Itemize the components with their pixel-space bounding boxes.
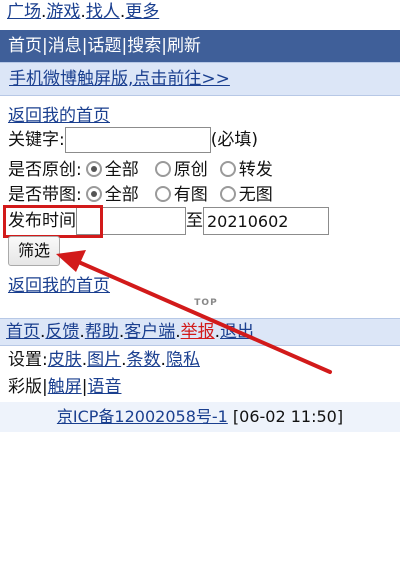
image-filter-row: 是否带图: 全部 有图 无图 [8,183,273,207]
original-label: 是否原创: [8,160,82,180]
footer-links-bar: 首页.反馈.帮助.客户端.举报.退出 [0,318,400,346]
link-games[interactable]: 游戏 [46,2,80,22]
radio-image-all[interactable] [85,186,102,202]
voice-version-link[interactable]: 语音 [87,377,121,397]
settings-label: 设置: [8,350,48,370]
back-home-row-2: 返回我的首页 [8,271,110,296]
nav-topics[interactable]: 话题 [87,36,121,56]
filter-button[interactable]: 筛选 [8,236,60,266]
nav-search[interactable]: 搜索 [127,36,161,56]
image-label: 是否带图: [8,185,82,205]
footer-logout[interactable]: 退出 [220,322,254,342]
touch-version-link[interactable]: 手机微博触屏版,点击前往>> [9,69,230,89]
radio-with-image[interactable] [154,186,171,202]
keyword-required-note: (必填) [210,130,258,150]
link-find-people[interactable]: 找人 [86,2,120,22]
keyword-label: 关键字: [8,130,65,150]
annotation-arrow-head [56,250,86,272]
touch-version-banner: 手机微博触屏版,点击前往>> [0,62,400,96]
nav-refresh[interactable]: 刷新 [167,36,201,56]
settings-skin[interactable]: 皮肤 [48,350,82,370]
icp-bar: 京ICP备12002058号-1 [06-02 11:50] [0,402,400,432]
icp-link[interactable]: 京ICP备12002058号-1 [57,407,228,426]
radio-repost[interactable] [219,161,236,177]
radio-repost-label: 转发 [238,160,273,180]
timestamp: [06-02 11:50] [232,407,344,426]
keyword-input[interactable] [64,127,211,153]
radio-image-all-label: 全部 [104,185,139,205]
top-logo[interactable]: TOP [186,298,226,314]
annotation-highlight-box [3,205,103,238]
back-home-row: 返回我的首页 [8,101,110,126]
main-nav-bar: 首页|消息|话题|搜索|刷新 [0,30,400,62]
radio-original-only[interactable] [154,161,171,177]
settings-count[interactable]: 条数 [127,350,161,370]
time-to-input[interactable] [203,207,329,235]
radio-original-only-label: 原创 [173,160,208,180]
settings-row: 设置:皮肤.图片.条数.隐私 [8,350,200,370]
footer-client[interactable]: 客户端 [124,322,175,342]
time-to-label: 至 [186,211,203,231]
radio-no-image[interactable] [219,186,236,202]
link-more[interactable]: 更多 [125,2,159,22]
radio-original-all[interactable] [85,161,102,177]
radio-no-image-label: 无图 [238,185,273,205]
footer-feedback[interactable]: 反馈 [45,322,79,342]
nav-home[interactable]: 首页 [8,36,42,56]
settings-privacy[interactable]: 隐私 [166,350,200,370]
back-home-link-2[interactable]: 返回我的首页 [8,276,110,296]
color-version-label: 彩版 [8,377,42,397]
nav-messages[interactable]: 消息 [48,36,82,56]
original-filter-row: 是否原创: 全部 原创 转发 [8,158,273,182]
footer-help[interactable]: 帮助 [85,322,119,342]
back-home-link[interactable]: 返回我的首页 [8,106,110,126]
radio-with-image-label: 有图 [173,185,208,205]
settings-images[interactable]: 图片 [87,350,121,370]
touch-version-link-2[interactable]: 触屏 [48,377,82,397]
footer-report[interactable]: 举报 [181,322,215,342]
version-row: 彩版|触屏|语音 [8,377,122,397]
link-square[interactable]: 广场 [7,2,41,22]
radio-original-all-label: 全部 [104,160,139,180]
footer-home[interactable]: 首页 [6,322,40,342]
top-links: 广场.游戏.找人.更多 [7,2,160,22]
keyword-row: 关键字: (必填) [8,127,258,155]
